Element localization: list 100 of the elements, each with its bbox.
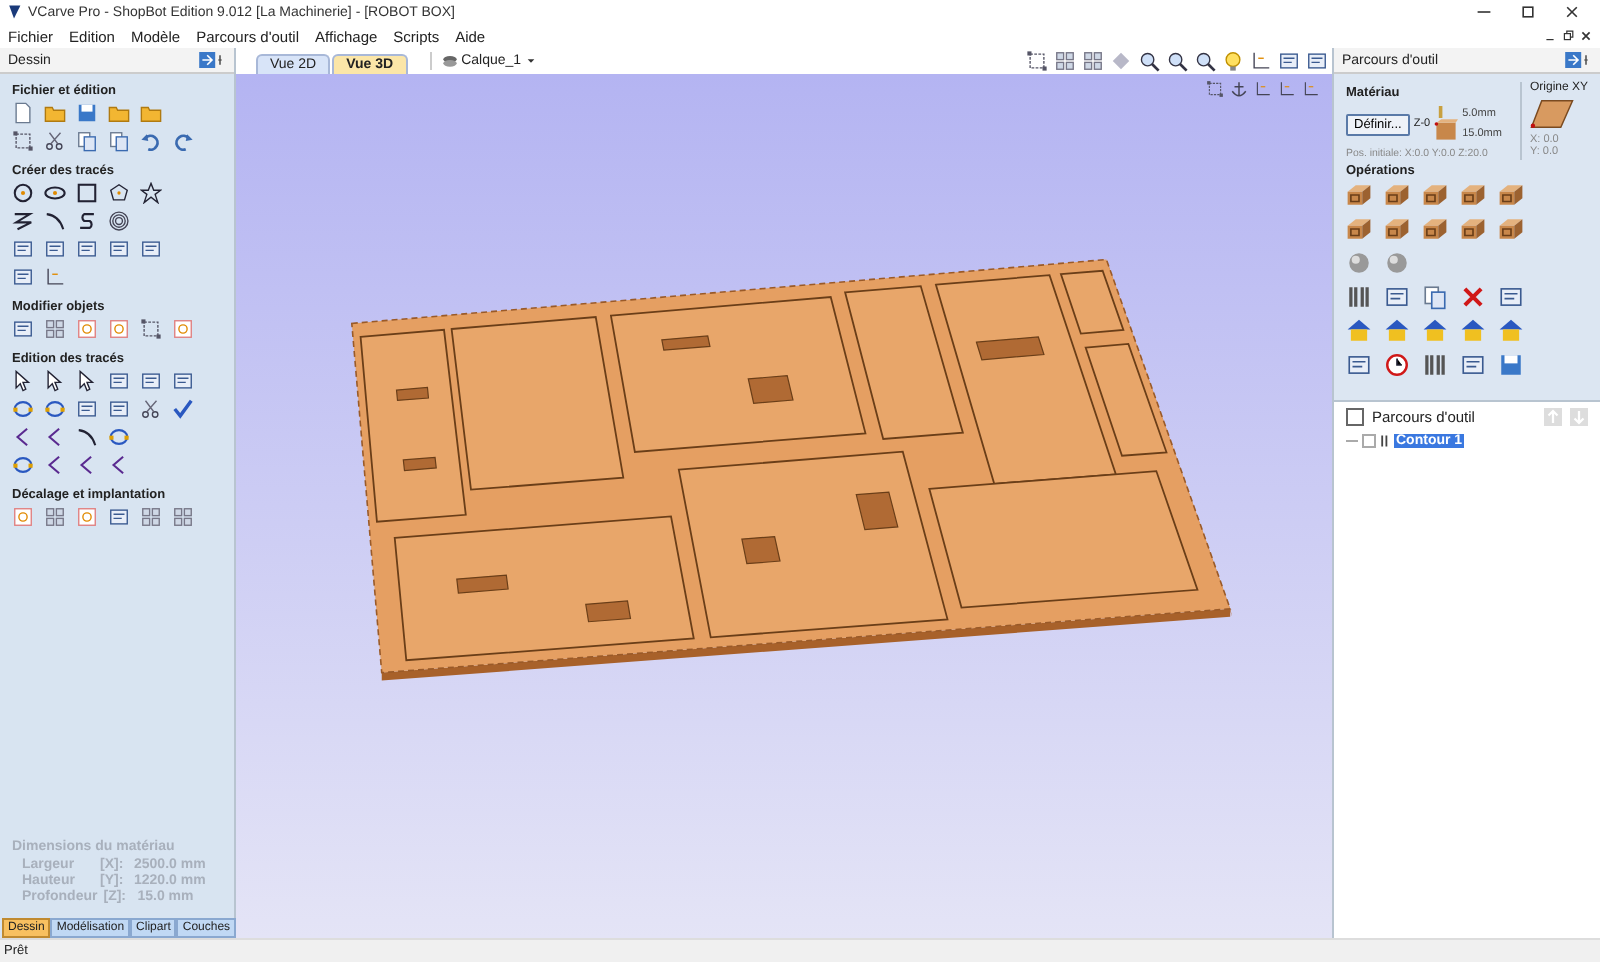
magnifier-icon[interactable] — [1194, 50, 1216, 72]
wood-block-icon[interactable] — [1384, 216, 1410, 242]
bars-icon[interactable] — [1346, 284, 1372, 310]
concentric-circles-icon[interactable] — [108, 210, 130, 232]
house-icon[interactable] — [1384, 318, 1410, 344]
tool-icon[interactable] — [12, 238, 34, 260]
arc-icon[interactable] — [76, 426, 98, 448]
tool-icon[interactable] — [44, 238, 66, 260]
wood-block-icon[interactable] — [1384, 182, 1410, 208]
rectangle-icon[interactable] — [76, 182, 98, 204]
tool-icon[interactable] — [1306, 50, 1328, 72]
tool-icon[interactable] — [108, 238, 130, 260]
magnifier-icon[interactable] — [1138, 50, 1160, 72]
pin-icon[interactable] — [198, 52, 226, 68]
node-loop-icon[interactable] — [12, 398, 34, 420]
close-icon[interactable] — [1580, 30, 1592, 42]
grid-icon[interactable] — [44, 506, 66, 528]
grid-icon[interactable] — [1054, 50, 1076, 72]
node-loop-icon[interactable] — [108, 426, 130, 448]
house-icon[interactable] — [1498, 318, 1524, 344]
copy-icon[interactable] — [1422, 284, 1448, 310]
axis-icon[interactable] — [1302, 80, 1320, 98]
circle-icon[interactable] — [12, 182, 34, 204]
arc-icon[interactable] — [44, 210, 66, 232]
tool-icon[interactable] — [172, 370, 194, 392]
wood-block-icon[interactable] — [1346, 216, 1372, 242]
clock-icon[interactable] — [1384, 352, 1410, 378]
wave-icon[interactable] — [76, 210, 98, 232]
frame-icon[interactable] — [1026, 50, 1048, 72]
tool-icon[interactable] — [76, 238, 98, 260]
tool-icon[interactable] — [140, 238, 162, 260]
star-icon[interactable] — [140, 182, 162, 204]
pin-icon[interactable] — [1564, 52, 1592, 68]
grid-icon[interactable] — [1082, 50, 1104, 72]
target-icon[interactable] — [12, 506, 34, 528]
pointer-icon[interactable] — [44, 370, 66, 392]
scissors-icon[interactable] — [140, 398, 162, 420]
redo-icon[interactable] — [172, 130, 194, 152]
tool-icon[interactable] — [12, 318, 34, 340]
house-icon[interactable] — [1422, 318, 1448, 344]
house-icon[interactable] — [1460, 318, 1486, 344]
pointer-icon[interactable] — [12, 370, 34, 392]
undo-icon[interactable] — [140, 130, 162, 152]
grid-icon[interactable] — [140, 506, 162, 528]
bars-icon[interactable] — [1422, 352, 1448, 378]
close-icon[interactable] — [1564, 4, 1580, 20]
folder-icon[interactable] — [140, 102, 162, 124]
frame-icon[interactable] — [140, 318, 162, 340]
checkmark-icon[interactable] — [172, 398, 194, 420]
zigzag-icon[interactable] — [12, 210, 34, 232]
restore-icon[interactable] — [1562, 30, 1574, 42]
node-loop-icon[interactable] — [12, 454, 34, 476]
maximize-icon[interactable] — [1520, 4, 1536, 20]
tool-icon[interactable] — [108, 506, 130, 528]
tool-icon[interactable] — [1460, 352, 1486, 378]
anchor-icon[interactable] — [1230, 80, 1248, 98]
cross-icon[interactable] — [1460, 284, 1486, 310]
origin-plate-icon[interactable] — [1529, 98, 1574, 130]
tool-icon[interactable] — [1384, 284, 1410, 310]
folder-icon[interactable] — [108, 102, 130, 124]
target-icon[interactable] — [76, 318, 98, 340]
wood-block-icon[interactable] — [1422, 216, 1448, 242]
grid-icon[interactable] — [172, 506, 194, 528]
tool-icon[interactable] — [140, 370, 162, 392]
angle-icon[interactable] — [12, 426, 34, 448]
wood-block-icon[interactable] — [1498, 182, 1524, 208]
axis-icon[interactable] — [1250, 50, 1272, 72]
target-icon[interactable] — [108, 318, 130, 340]
tool-icon[interactable] — [1346, 352, 1372, 378]
ellipse-icon[interactable] — [44, 182, 66, 204]
axis-icon[interactable] — [44, 266, 66, 288]
tool-icon[interactable] — [1278, 50, 1300, 72]
tool-icon[interactable] — [1498, 284, 1524, 310]
tool-icon[interactable] — [12, 266, 34, 288]
node-loop-icon[interactable] — [44, 398, 66, 420]
tool-icon[interactable] — [108, 398, 130, 420]
wood-block-icon[interactable] — [1460, 216, 1486, 242]
target-icon[interactable] — [76, 506, 98, 528]
frame-icon[interactable] — [12, 130, 34, 152]
wood-block-icon[interactable] — [1346, 182, 1372, 208]
tool-icon[interactable] — [108, 370, 130, 392]
axis-icon[interactable] — [1278, 80, 1296, 98]
wood-block-icon[interactable] — [1460, 182, 1486, 208]
checkbox[interactable] — [1346, 408, 1364, 426]
grid-icon[interactable] — [44, 318, 66, 340]
angle-icon[interactable] — [44, 426, 66, 448]
angle-icon[interactable] — [108, 454, 130, 476]
target-icon[interactable] — [172, 318, 194, 340]
copy-icon[interactable] — [76, 130, 98, 152]
wood-block-icon[interactable] — [1422, 182, 1448, 208]
frame-icon[interactable] — [1206, 80, 1224, 98]
pointer-icon[interactable] — [76, 370, 98, 392]
document-icon[interactable] — [12, 102, 34, 124]
angle-icon[interactable] — [76, 454, 98, 476]
copy-icon[interactable] — [108, 130, 130, 152]
polygon-icon[interactable] — [108, 182, 130, 204]
checkbox[interactable] — [1362, 434, 1376, 448]
axis-icon[interactable] — [1254, 80, 1272, 98]
house-icon[interactable] — [1346, 318, 1372, 344]
wood-block-icon[interactable] — [1498, 216, 1524, 242]
